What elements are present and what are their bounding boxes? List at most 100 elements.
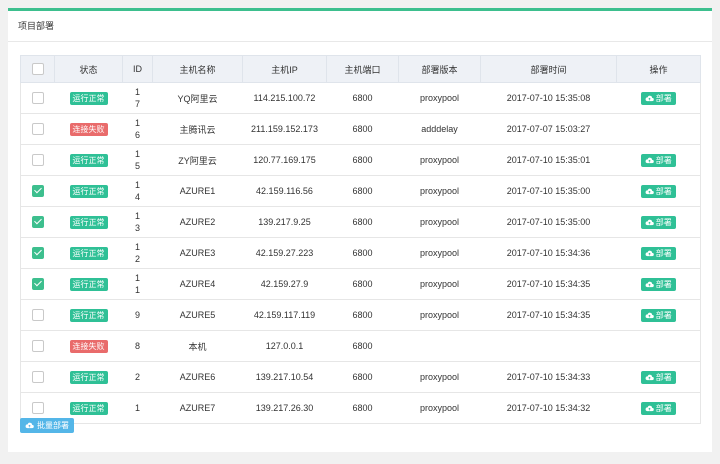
host-name: AZURE2 [152, 206, 243, 238]
deploy-button[interactable]: 部署 [640, 246, 676, 260]
row-checkbox[interactable] [31, 340, 44, 352]
deploy-time: 2017-07-07 15:03:27 [480, 113, 617, 145]
deploy-button-label: 部署 [655, 217, 672, 227]
host-id: 8 [122, 330, 153, 362]
row-select-cell[interactable] [20, 330, 55, 362]
deploy-button[interactable]: 部署 [640, 91, 676, 105]
status-cell: 运行正常 [54, 268, 123, 300]
status-cell: 连接失败 [54, 113, 123, 145]
deploy-time: 2017-07-10 15:34:35 [480, 268, 617, 300]
table-row: 运行正常 9 AZURE5 42.159.117.119 6800 proxypool 20… [20, 299, 701, 331]
row-select-cell[interactable] [20, 175, 55, 207]
deploy-button-label: 部署 [655, 279, 672, 289]
row-checkbox[interactable] [31, 247, 44, 259]
row-select-cell[interactable] [20, 82, 55, 114]
cloud-upload-icon [645, 374, 654, 380]
status-badge: 运行正常 [69, 308, 108, 322]
table-header-row: 状态 ID 主机名称 主机IP 主机端口 部署版本 部署时间 操作 [20, 55, 701, 83]
table-body: 运行正常 1 7 YQ阿里云 114.215.100.72 6800 proxypool 20… [20, 82, 701, 424]
batch-deploy-button[interactable]: 批量部署 [20, 418, 74, 433]
deploy-button-label: 部署 [655, 186, 672, 196]
action-cell [616, 113, 701, 145]
deploy-button-label: 部署 [655, 372, 672, 382]
action-cell: 部署 [616, 237, 701, 269]
host-ip: 114.215.100.72 [242, 82, 327, 114]
status-badge: 连接失败 [69, 339, 108, 353]
row-checkbox[interactable] [31, 402, 44, 414]
row-select-cell[interactable] [20, 237, 55, 269]
select-all-checkbox[interactable] [31, 63, 44, 75]
cloud-upload-icon [645, 281, 654, 287]
deploy-button[interactable]: 部署 [640, 401, 676, 415]
deploy-button-label: 部署 [655, 310, 672, 320]
deploy-time: 2017-07-10 15:35:00 [480, 206, 617, 238]
status-cell: 连接失败 [54, 330, 123, 362]
cloud-upload-icon [645, 157, 654, 163]
host-id: 13 [122, 206, 153, 238]
table-row: 连接失败 8 本机 127.0.0.1 6800 [20, 330, 701, 362]
deploy-button[interactable]: 部署 [640, 215, 676, 229]
deploy-button[interactable]: 部署 [640, 308, 676, 322]
deploy-time [480, 330, 617, 362]
host-ip: 42.159.27.9 [242, 268, 327, 300]
deploy-button[interactable]: 部署 [640, 370, 676, 384]
row-select-cell[interactable] [20, 299, 55, 331]
host-ip: 42.159.117.119 [242, 299, 327, 331]
deploy-version: proxypool [398, 82, 481, 114]
host-port: 6800 [326, 330, 399, 362]
host-port: 6800 [326, 175, 399, 207]
host-name: AZURE6 [152, 361, 243, 393]
host-ip: 139.217.26.30 [242, 392, 327, 424]
deploy-version: proxypool [398, 206, 481, 238]
status-cell: 运行正常 [54, 237, 123, 269]
status-badge: 运行正常 [69, 91, 108, 105]
status-badge: 运行正常 [69, 153, 108, 167]
row-select-cell[interactable] [20, 268, 55, 300]
table-row: 运行正常 1 5 ZY阿里云 120.77.169.175 6800 proxypool 20… [20, 144, 701, 176]
host-ip: 211.159.152.173 [242, 113, 327, 145]
table-row: 运行正常 1 1 AZURE4 42.159.27.9 6800 proxypool 2017… [20, 268, 701, 300]
host-name: AZURE7 [152, 392, 243, 424]
deploy-time: 2017-07-10 15:35:08 [480, 82, 617, 114]
host-id: 15 [122, 144, 153, 176]
deploy-time: 2017-07-10 15:34:36 [480, 237, 617, 269]
row-checkbox[interactable] [31, 154, 44, 166]
deploy-button-label: 部署 [655, 93, 672, 103]
host-port: 6800 [326, 113, 399, 145]
host-port: 6800 [326, 237, 399, 269]
row-checkbox[interactable] [31, 216, 44, 228]
host-name: AZURE4 [152, 268, 243, 300]
row-select-cell[interactable] [20, 206, 55, 238]
row-checkbox[interactable] [31, 309, 44, 321]
deploy-button[interactable]: 部署 [640, 277, 676, 291]
host-ip: 42.159.116.56 [242, 175, 327, 207]
action-cell [616, 330, 701, 362]
col-version: 部署版本 [398, 55, 481, 83]
row-checkbox[interactable] [31, 371, 44, 383]
deploy-time: 2017-07-10 15:34:33 [480, 361, 617, 393]
deploy-version [398, 330, 481, 362]
row-checkbox[interactable] [31, 92, 44, 104]
deploy-panel: 项目部署 状态 ID 主机名称 主机IP 主机端口 部署版本 部署时间 操作 运… [8, 8, 712, 452]
host-port: 6800 [326, 268, 399, 300]
col-action: 操作 [616, 55, 701, 83]
host-ip: 139.217.10.54 [242, 361, 327, 393]
row-select-cell[interactable] [20, 361, 55, 393]
col-ip: 主机IP [242, 55, 327, 83]
deploy-button[interactable]: 部署 [640, 153, 676, 167]
row-select-cell[interactable] [20, 113, 55, 145]
host-name: ZY阿里云 [152, 144, 243, 176]
action-cell: 部署 [616, 361, 701, 393]
table-row: 运行正常 1 7 YQ阿里云 114.215.100.72 6800 proxypool 20… [20, 82, 701, 114]
row-checkbox[interactable] [31, 278, 44, 290]
deploy-button-label: 部署 [655, 403, 672, 413]
row-select-cell[interactable] [20, 144, 55, 176]
row-checkbox[interactable] [31, 123, 44, 135]
action-cell: 部署 [616, 206, 701, 238]
deploy-button-label: 部署 [655, 248, 672, 258]
row-checkbox[interactable] [31, 185, 44, 197]
deploy-button[interactable]: 部署 [640, 184, 676, 198]
select-all-cell[interactable] [20, 55, 55, 83]
host-ip: 139.217.9.25 [242, 206, 327, 238]
deploy-version: adddelay [398, 113, 481, 145]
